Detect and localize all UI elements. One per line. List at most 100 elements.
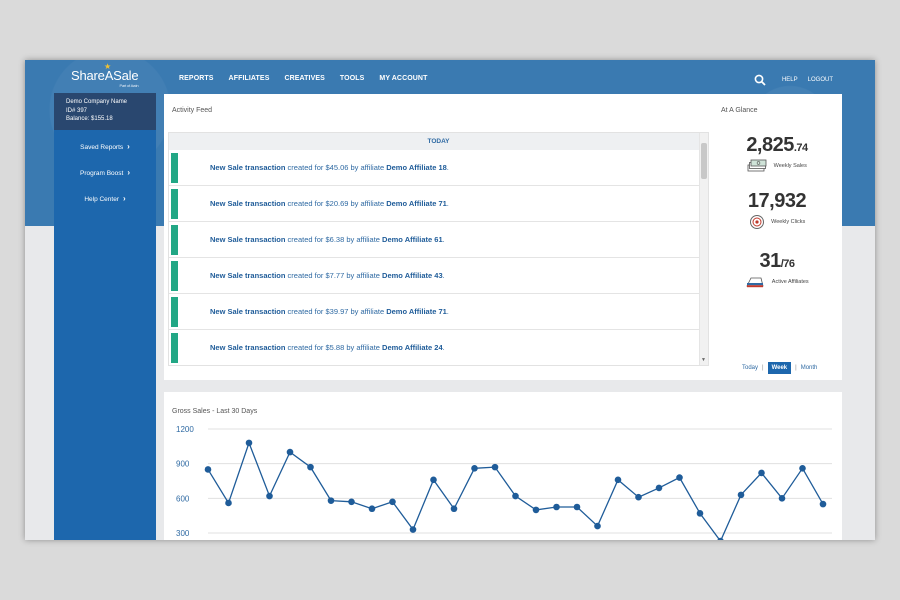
app-window: ShareASale ★ Part of Awin REPORTS AFFILI… xyxy=(25,60,875,540)
scrollbar-thumb[interactable] xyxy=(701,143,707,179)
activity-panel: Activity Feed At A Glance TODAY New Sale… xyxy=(164,94,842,380)
data-point[interactable] xyxy=(594,522,601,530)
sidebar-item-help-center[interactable]: Help Center › xyxy=(54,190,156,208)
logo-subtitle: Part of Awin xyxy=(119,83,139,88)
sidebar-item-saved-reports[interactable]: Saved Reports › xyxy=(54,138,156,156)
data-point[interactable] xyxy=(348,498,355,506)
sidebar-item-label: Help Center xyxy=(84,196,119,203)
help-link[interactable]: HELP xyxy=(782,77,798,83)
weekly-sales-stat: 2,825.74 Weekly Sales xyxy=(722,134,832,175)
data-point[interactable] xyxy=(737,491,745,499)
data-point[interactable] xyxy=(327,497,335,504)
feed-event-type[interactable]: New Sale transaction xyxy=(210,199,285,208)
weekly-sales-label: Weekly Sales xyxy=(773,162,807,169)
data-point[interactable] xyxy=(573,503,581,511)
feed-row[interactable]: New Sale transaction created for $39.97 … xyxy=(169,294,708,330)
account-summary: Demo Company Name ID# 397 Balance: $155.… xyxy=(54,93,156,130)
status-bar xyxy=(171,153,178,183)
feed-affiliate-link[interactable]: Demo Affiliate 71 xyxy=(386,199,447,208)
feed-affiliate-link[interactable]: Demo Affiliate 24 xyxy=(382,343,443,352)
feed-event-detail: created for $39.97 by affiliate xyxy=(285,307,387,316)
data-point[interactable] xyxy=(512,492,519,500)
period-selector: Today | Week | Month xyxy=(742,362,817,374)
feed-event-type[interactable]: New Sale transaction xyxy=(210,307,285,316)
feed-event-type[interactable]: New Sale transaction xyxy=(210,271,285,280)
feed-row[interactable]: New Sale transaction created for $7.77 b… xyxy=(169,258,708,294)
data-point[interactable] xyxy=(799,464,806,472)
data-point[interactable] xyxy=(491,463,499,471)
main-nav: REPORTS AFFILIATES CREATIVES TOOLS MY AC… xyxy=(179,75,427,82)
feed-event-detail: created for $20.69 by affiliate xyxy=(285,199,387,208)
data-point[interactable] xyxy=(655,484,663,492)
feed-row-text: New Sale transaction created for $6.38 b… xyxy=(210,222,445,258)
data-point[interactable] xyxy=(307,463,314,471)
top-right-links: HELP LOGOUT xyxy=(754,74,833,86)
feed-row[interactable]: New Sale transaction created for $5.88 b… xyxy=(169,330,708,365)
feed-row[interactable]: New Sale transaction created for $20.69 … xyxy=(169,186,708,222)
feed-row-end: . xyxy=(442,235,445,244)
logout-link[interactable]: LOGOUT xyxy=(808,77,833,83)
nav-affiliates[interactable]: AFFILIATES xyxy=(229,75,270,82)
data-point[interactable] xyxy=(614,476,622,484)
feed-row[interactable]: New Sale transaction created for $45.06 … xyxy=(169,150,708,186)
data-point[interactable] xyxy=(266,492,273,500)
nav-my-account[interactable]: MY ACCOUNT xyxy=(379,75,427,82)
nav-reports[interactable]: REPORTS xyxy=(179,75,214,82)
active-affiliates-value: 31/76 xyxy=(722,250,832,273)
period-today[interactable]: Today xyxy=(742,365,758,371)
logo[interactable]: ShareASale ★ Part of Awin xyxy=(71,62,139,88)
feed-row[interactable]: New Sale transaction created for $6.38 b… xyxy=(169,222,708,258)
feed-affiliate-link[interactable]: Demo Affiliate 61 xyxy=(382,235,443,244)
feed-event-type[interactable]: New Sale transaction xyxy=(210,235,285,244)
feed-affiliate-link[interactable]: Demo Affiliate 43 xyxy=(382,271,443,280)
feed-affiliate-link[interactable]: Demo Affiliate 18 xyxy=(386,163,447,172)
account-id: ID# 397 xyxy=(66,107,88,114)
data-point[interactable] xyxy=(245,439,253,447)
data-point[interactable] xyxy=(778,495,786,502)
feed-event-type[interactable]: New Sale transaction xyxy=(210,343,285,352)
data-point[interactable] xyxy=(819,500,827,508)
data-point[interactable] xyxy=(225,499,232,507)
feed-row-end: . xyxy=(446,307,449,316)
data-point[interactable] xyxy=(758,469,765,477)
y-tick-label: 900 xyxy=(176,460,190,469)
sidebar-item-label: Program Boost xyxy=(79,170,124,177)
feed-row-text: New Sale transaction created for $5.88 b… xyxy=(210,330,445,365)
data-point[interactable] xyxy=(389,498,396,506)
active-affiliates-total: /76 xyxy=(780,258,795,270)
feed-scrollbar[interactable]: ▼ xyxy=(699,133,708,365)
data-point[interactable] xyxy=(471,464,478,472)
feed-row-end: . xyxy=(446,199,449,208)
feed-row-text: New Sale transaction created for $45.06 … xyxy=(210,150,449,186)
data-point[interactable] xyxy=(430,476,437,484)
active-affiliates-count: 31 xyxy=(759,250,781,272)
activity-feed-list[interactable]: TODAY New Sale transaction created for $… xyxy=(168,132,709,366)
status-bar xyxy=(171,225,178,255)
feed-event-detail: created for $6.38 by affiliate xyxy=(285,235,383,244)
feed-row-text: New Sale transaction created for $20.69 … xyxy=(210,186,449,222)
feed-row-end: . xyxy=(442,343,445,352)
data-point[interactable] xyxy=(532,506,540,514)
sidebar-item-program-boost[interactable]: Program Boost › xyxy=(54,164,156,182)
data-point[interactable] xyxy=(409,526,417,533)
period-month[interactable]: Month xyxy=(801,365,818,371)
nav-tools[interactable]: TOOLS xyxy=(340,75,364,82)
weekly-sales-value: 2,825.74 xyxy=(722,134,832,157)
data-point[interactable] xyxy=(286,448,294,456)
period-divider: | xyxy=(762,365,764,371)
period-week[interactable]: Week xyxy=(767,362,792,374)
data-point[interactable] xyxy=(676,474,683,481)
nav-creatives[interactable]: CREATIVES xyxy=(284,75,324,82)
data-point[interactable] xyxy=(553,503,560,511)
data-point[interactable] xyxy=(368,505,376,513)
data-point[interactable] xyxy=(450,505,458,513)
data-point[interactable] xyxy=(204,466,212,473)
feed-affiliate-link[interactable]: Demo Affiliate 71 xyxy=(386,307,447,316)
feed-event-type[interactable]: New Sale transaction xyxy=(210,163,285,172)
data-point[interactable] xyxy=(696,510,704,517)
data-point[interactable] xyxy=(635,493,642,501)
scroll-down-icon[interactable]: ▼ xyxy=(701,357,706,363)
status-bar xyxy=(171,297,178,327)
search-icon[interactable] xyxy=(754,74,766,86)
active-affiliates-label: Active Affiliates xyxy=(771,278,809,285)
